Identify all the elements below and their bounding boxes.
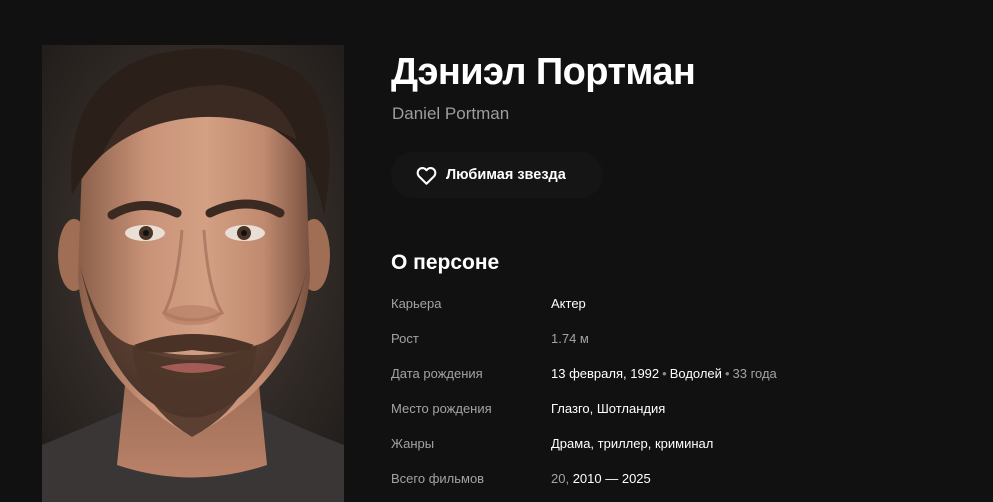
person-name: Дэниэл Портман — [391, 51, 696, 93]
fact-row-birth-date: Дата рождения 13 февраля, 1992 • Водолей • 3… — [391, 356, 951, 391]
career-value[interactable]: Актер — [551, 296, 586, 311]
age-value: 33 года — [732, 366, 777, 381]
fact-label: Рост — [391, 331, 419, 346]
separator-dot: • — [724, 366, 730, 381]
zodiac-sign-link[interactable]: Водолей — [670, 366, 722, 381]
fact-row-career: Карьера Актер — [391, 286, 951, 321]
fact-row-films: Всего фильмов 20, 2010 — 2025 — [391, 461, 951, 496]
fact-row-genres: Жанры Драма, триллер, криминал — [391, 426, 951, 461]
fact-row-height: Рост 1.74 м — [391, 321, 951, 356]
separator-dot: • — [662, 366, 667, 381]
height-value: 1.74 м — [551, 331, 589, 346]
fact-label: Всего фильмов — [391, 471, 485, 486]
person-page: Дэниэл Портман Daniel Portman Любимая зв… — [0, 0, 993, 502]
fact-label: Карьера — [391, 296, 442, 311]
fact-label: Жанры — [391, 436, 435, 451]
fact-label: Место рождения — [391, 401, 492, 416]
films-count: 20, — [551, 471, 570, 486]
films-range-link[interactable]: 2010 — 2025 — [573, 471, 651, 486]
birth-info: 13 февраля, 1992 • Водолей • 33 года — [551, 366, 777, 381]
fact-row-birthplace: Место рождения Глазго, Шотландия — [391, 391, 951, 426]
favorite-star-label: Любимая звезда — [446, 167, 566, 183]
person-photo — [42, 45, 344, 502]
fact-label: Дата рождения — [391, 366, 483, 381]
films-info: 20, 2010 — 2025 — [551, 471, 651, 486]
about-section-title: О персоне — [391, 251, 500, 274]
favorite-star-button[interactable]: Любимая звезда — [391, 152, 603, 198]
person-original-name: Daniel Portman — [392, 104, 510, 123]
birth-date-link[interactable]: 13 февраля, 1992 — [551, 366, 659, 381]
heart-outline-icon — [416, 166, 437, 185]
genres-value[interactable]: Драма, триллер, криминал — [551, 436, 713, 451]
about-facts-list: Карьера Актер Рост 1.74 м Дата рождения … — [391, 286, 951, 496]
birthplace-value[interactable]: Глазго, Шотландия — [551, 401, 665, 416]
